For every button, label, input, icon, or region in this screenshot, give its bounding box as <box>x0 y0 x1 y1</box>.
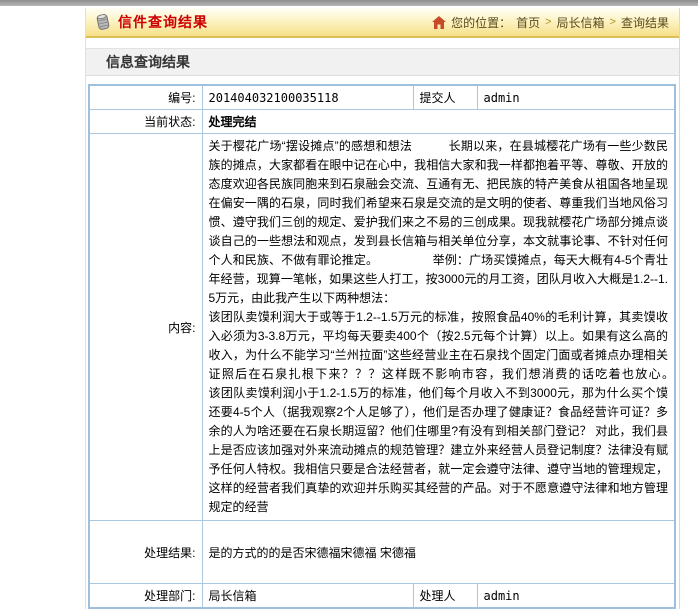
table-row-content: 内容: 关于樱花广场“摆设摊点”的感想和想法 长期以来，在县城樱花广场有一些少数… <box>89 134 675 521</box>
breadcrumb-link-home[interactable]: 首页 <box>516 14 540 31</box>
status-label: 当前状态: <box>89 110 202 134</box>
content-value: 关于樱花广场“摆设摊点”的感想和想法 长期以来，在县城樱花广场有一些少数民族的摊… <box>202 134 675 521</box>
section-title: 信息查询结果 <box>106 54 190 70</box>
mail-icon <box>94 13 112 31</box>
number-value: 201404032100035118 <box>202 85 413 110</box>
result-value: 是的方式的的是否宋德福宋德福 宋德福 <box>202 521 675 584</box>
submitter-value: admin <box>477 85 675 110</box>
breadcrumb-link-mailbox[interactable]: 局长信箱 <box>557 14 605 31</box>
status-value: 处理完结 <box>202 110 675 134</box>
section-title-bar: 信息查询结果 <box>86 48 679 76</box>
header-title-group: 信件查询结果 <box>94 12 208 32</box>
page-container: 信件查询结果 您的位置： 首页 > 局长信箱 > 查询结果 信息查询结果 编号:… <box>85 8 680 609</box>
breadcrumb-separator: > <box>610 16 616 28</box>
result-label: 处理结果: <box>89 521 202 584</box>
number-label: 编号: <box>89 85 202 110</box>
page-title: 信件查询结果 <box>118 12 208 32</box>
home-icon <box>432 16 446 29</box>
result-table: 编号: 201404032100035118 提交人 admin 当前状态: 处… <box>88 84 676 609</box>
breadcrumb: 您的位置： 首页 > 局长信箱 > 查询结果 <box>432 14 669 31</box>
page-header: 信件查询结果 您的位置： 首页 > 局长信箱 > 查询结果 <box>86 8 679 38</box>
table-row-result: 处理结果: 是的方式的的是否宋德福宋德福 宋德福 <box>89 521 675 584</box>
submitter-label: 提交人 <box>413 85 477 110</box>
breadcrumb-prefix: 您的位置： <box>451 14 511 31</box>
breadcrumb-separator: > <box>545 16 551 28</box>
breadcrumb-link-result[interactable]: 查询结果 <box>621 14 669 31</box>
table-row-status: 当前状态: 处理完结 <box>89 110 675 134</box>
table-row-number: 编号: 201404032100035118 提交人 admin <box>89 85 675 110</box>
top-divider <box>0 0 698 6</box>
content-label: 内容: <box>89 134 202 521</box>
